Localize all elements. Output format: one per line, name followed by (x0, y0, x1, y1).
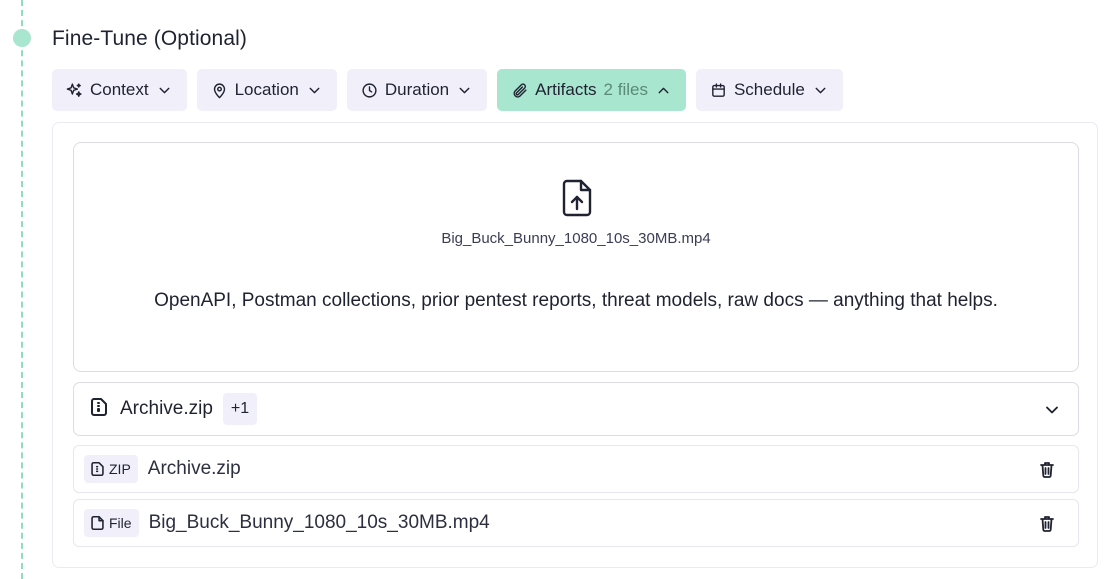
file-list-item: File Big_Buck_Bunny_1080_10s_30MB.mp4 (73, 499, 1079, 547)
file-list-item: ZIP Archive.zip (73, 445, 1079, 493)
sparkles-icon (66, 82, 82, 97)
context-chip[interactable]: Context (52, 69, 187, 111)
files-summary-toggle[interactable]: Archive.zip +1 (73, 382, 1079, 436)
schedule-chip-label: Schedule (733, 80, 805, 99)
file-name: Archive.zip (147, 458, 241, 479)
artifacts-panel: Big_Buck_Bunny_1080_10s_30MB.mp4 OpenAPI… (52, 122, 1098, 568)
extra-files-badge: +1 (222, 393, 258, 425)
artifacts-chip-label: Artifacts (535, 80, 597, 99)
location-chip-label: Location (234, 80, 299, 99)
calendar-icon (712, 82, 725, 97)
zip-file-icon (91, 462, 104, 476)
zip-file-icon (91, 397, 107, 421)
dropzone-hint: OpenAPI, Postman collections, prior pent… (154, 290, 998, 311)
trash-icon[interactable] (1038, 460, 1056, 478)
schedule-chip[interactable]: Schedule (695, 69, 843, 111)
file-type-label: File (109, 515, 132, 531)
file-dropzone[interactable]: Big_Buck_Bunny_1080_10s_30MB.mp4 OpenAPI… (73, 142, 1079, 372)
chevron-down-icon (459, 87, 470, 93)
file-type-label: ZIP (109, 461, 131, 477)
location-chip[interactable]: Location (196, 69, 337, 111)
duration-chip-label: Duration (384, 80, 450, 99)
file-name: Big_Buck_Bunny_1080_10s_30MB.mp4 (148, 512, 490, 533)
artifacts-chip[interactable]: Artifacts 2 files (497, 69, 686, 111)
file-upload-icon (560, 178, 594, 218)
clock-icon (362, 82, 377, 98)
filter-chip-bar: Context Location Duration Artifacts 2 fi… (52, 69, 843, 111)
chevron-down-icon (159, 87, 170, 93)
paperclip-icon (513, 83, 527, 98)
file-type-badge: ZIP (84, 455, 138, 483)
trash-icon[interactable] (1038, 514, 1056, 532)
duration-chip[interactable]: Duration (346, 69, 488, 111)
timeline-line (21, 0, 23, 579)
chevron-down-icon (1046, 406, 1058, 414)
file-type-badge: File (84, 509, 139, 537)
file-icon (91, 516, 104, 530)
map-pin-icon (213, 82, 225, 98)
chevron-down-icon (815, 87, 826, 93)
chevron-up-icon (658, 87, 669, 93)
uploaded-file-name: Big_Buck_Bunny_1080_10s_30MB.mp4 (441, 230, 711, 247)
chevron-down-icon (309, 87, 320, 93)
artifacts-file-count: 2 files (603, 80, 648, 99)
timeline-dot (13, 29, 31, 47)
summary-file-name: Archive.zip (120, 398, 213, 419)
section-title: Fine-Tune (Optional) (52, 27, 247, 50)
context-chip-label: Context (90, 80, 149, 99)
